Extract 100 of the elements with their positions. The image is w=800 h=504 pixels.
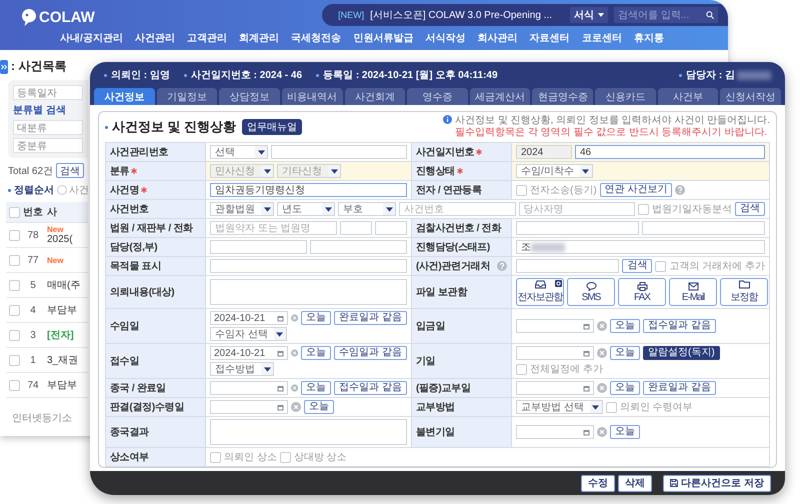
dropdown[interactable]: 교부방법 선택 bbox=[516, 400, 603, 414]
help-icon[interactable] bbox=[675, 185, 686, 195]
checkbox[interactable]: 법원기일자동분석 bbox=[638, 202, 732, 216]
row-checkbox[interactable] bbox=[8, 254, 20, 266]
nav-item[interactable]: 회계관리 bbox=[239, 31, 280, 45]
text-field[interactable] bbox=[271, 145, 407, 159]
file-button[interactable]: 보정함 bbox=[720, 278, 768, 306]
small-button[interactable]: 오늘 bbox=[301, 311, 332, 325]
row-checkbox[interactable] bbox=[8, 230, 20, 240]
clear-icon[interactable] bbox=[291, 383, 298, 393]
manual-button[interactable]: 업무매뉴얼 bbox=[242, 119, 302, 135]
nav-item[interactable]: 코로센터 bbox=[582, 31, 622, 45]
dropdown[interactable]: 수임자 선택 bbox=[210, 327, 287, 341]
date-field[interactable] bbox=[516, 425, 594, 439]
nav-item[interactable]: 사건관리 bbox=[134, 31, 175, 45]
tab[interactable]: 사건부 bbox=[658, 88, 718, 105]
category-field[interactable]: 대분류 bbox=[13, 120, 83, 135]
clear-icon[interactable] bbox=[597, 383, 607, 393]
row-checkbox[interactable] bbox=[8, 304, 20, 316]
tab[interactable]: 세금계산서 bbox=[470, 88, 530, 105]
small-button[interactable]: 오늘 bbox=[610, 425, 640, 439]
checkbox[interactable]: 전자소송(등기) bbox=[516, 183, 597, 197]
tab[interactable]: 신용카드 bbox=[595, 88, 656, 105]
row-checkbox[interactable] bbox=[8, 330, 20, 340]
small-button[interactable]: 알람설정(독지) bbox=[643, 346, 720, 360]
nav-item[interactable]: 국세청전송 bbox=[291, 31, 342, 45]
nav-item[interactable]: 민원서류발급 bbox=[353, 31, 414, 45]
small-button[interactable]: 오늘 bbox=[610, 346, 640, 360]
help-icon[interactable] bbox=[497, 261, 507, 271]
file-button[interactable]: SMS bbox=[567, 278, 615, 306]
small-button[interactable]: 검색 bbox=[735, 202, 765, 216]
small-button[interactable]: 연관 사건보기 bbox=[600, 183, 672, 197]
row-checkbox[interactable] bbox=[8, 280, 20, 290]
case-title[interactable]: 부담부 bbox=[47, 303, 88, 317]
footer-link[interactable]: 인터넷등기소 bbox=[12, 411, 86, 425]
nav-item[interactable]: 휴지통 bbox=[634, 31, 664, 45]
small-button[interactable]: 접수일과 같음 bbox=[334, 381, 407, 395]
clear-icon[interactable] bbox=[291, 348, 298, 358]
nav-item[interactable]: 회사관리 bbox=[478, 31, 518, 45]
small-button[interactable]: 검색 bbox=[622, 259, 652, 273]
nav-item[interactable]: 서식작성 bbox=[425, 31, 466, 45]
case-title[interactable]: 부담부 bbox=[47, 378, 88, 392]
dropdown[interactable]: 년도 bbox=[277, 202, 335, 216]
tab[interactable]: 상담정보 bbox=[219, 88, 280, 105]
text-field[interactable] bbox=[210, 240, 307, 254]
search-icon[interactable] bbox=[706, 11, 714, 19]
tab[interactable]: 현금영수증 bbox=[532, 88, 594, 105]
text-field[interactable]: 조 bbox=[516, 240, 765, 254]
dropdown[interactable]: 접수방법 bbox=[210, 362, 274, 376]
nav-item[interactable]: 자료센터 bbox=[530, 31, 570, 45]
text-area[interactable] bbox=[210, 419, 407, 445]
tab[interactable]: 비용내역서 bbox=[282, 88, 343, 105]
small-button[interactable]: 완료일과 같음 bbox=[334, 311, 407, 325]
clear-icon[interactable] bbox=[291, 313, 298, 323]
file-button[interactable]: E-Mail bbox=[669, 278, 717, 306]
small-button[interactable]: 오늘 bbox=[610, 319, 640, 333]
clear-icon[interactable] bbox=[291, 402, 301, 412]
save-as-button[interactable]: 다른사건으로 저장 bbox=[663, 474, 771, 492]
date-field[interactable] bbox=[516, 381, 594, 395]
clear-icon[interactable] bbox=[597, 348, 607, 358]
tab[interactable]: 사건회계 bbox=[344, 88, 406, 105]
category-field[interactable]: 중분류 bbox=[13, 138, 83, 153]
notice-link[interactable]: [서비스오픈] COLAW 3.0 Pre-Opening ... bbox=[370, 8, 552, 22]
small-button[interactable]: 오늘 bbox=[304, 400, 334, 414]
clear-icon[interactable] bbox=[597, 427, 607, 437]
file-button[interactable]: 전자보관함 bbox=[516, 278, 564, 306]
file-button[interactable]: FAX bbox=[618, 278, 666, 306]
text-field[interactable] bbox=[210, 259, 407, 273]
tab[interactable]: 사건정보 bbox=[94, 88, 155, 105]
case-title[interactable]: 3_재권 bbox=[47, 353, 88, 367]
small-button[interactable]: 오늘 bbox=[301, 381, 332, 395]
small-button[interactable]: 오늘 bbox=[610, 381, 640, 395]
tab[interactable]: 신청서작성 bbox=[720, 88, 782, 105]
select-all-checkbox[interactable] bbox=[8, 206, 20, 218]
search-button[interactable]: 검색 bbox=[56, 163, 84, 178]
row-checkbox[interactable] bbox=[8, 354, 20, 366]
expand-icon[interactable] bbox=[0, 60, 8, 74]
checkbox[interactable]: 상대방 상소 bbox=[280, 450, 347, 464]
action-button[interactable]: 삭제 bbox=[618, 474, 652, 492]
dropdown[interactable]: 수임/미착수 bbox=[516, 164, 593, 178]
tab[interactable]: 기일정보 bbox=[156, 88, 218, 105]
case-title[interactable]: 매매(주 bbox=[47, 278, 88, 292]
search-scope-dropdown[interactable]: 서식 bbox=[570, 7, 608, 23]
date-field[interactable]: 2024-10-21 bbox=[210, 346, 288, 360]
dropdown[interactable]: 관할법원 bbox=[210, 202, 274, 216]
date-dropdown[interactable]: 등록일자 bbox=[13, 85, 83, 100]
checkbox[interactable]: 의뢰인 상소 bbox=[210, 450, 277, 464]
small-button[interactable]: 오늘 bbox=[301, 346, 332, 360]
date-field[interactable]: 2024-10-21 bbox=[210, 311, 288, 325]
tab[interactable]: 영수증 bbox=[407, 88, 468, 105]
dropdown[interactable]: 선택 bbox=[210, 145, 268, 159]
text-field[interactable] bbox=[310, 240, 407, 254]
date-field[interactable] bbox=[210, 381, 288, 395]
nav-item[interactable]: 고객관리 bbox=[187, 31, 227, 45]
small-button[interactable]: 수임일과 같음 bbox=[334, 346, 407, 360]
text-field[interactable] bbox=[516, 259, 620, 273]
search-field[interactable]: 검색어를 입력... bbox=[614, 7, 718, 23]
text-field[interactable]: 임차권등기명령신청 bbox=[210, 183, 407, 197]
small-button[interactable]: 접수일과 같음 bbox=[643, 319, 716, 333]
action-button[interactable]: 수정 bbox=[581, 474, 616, 492]
